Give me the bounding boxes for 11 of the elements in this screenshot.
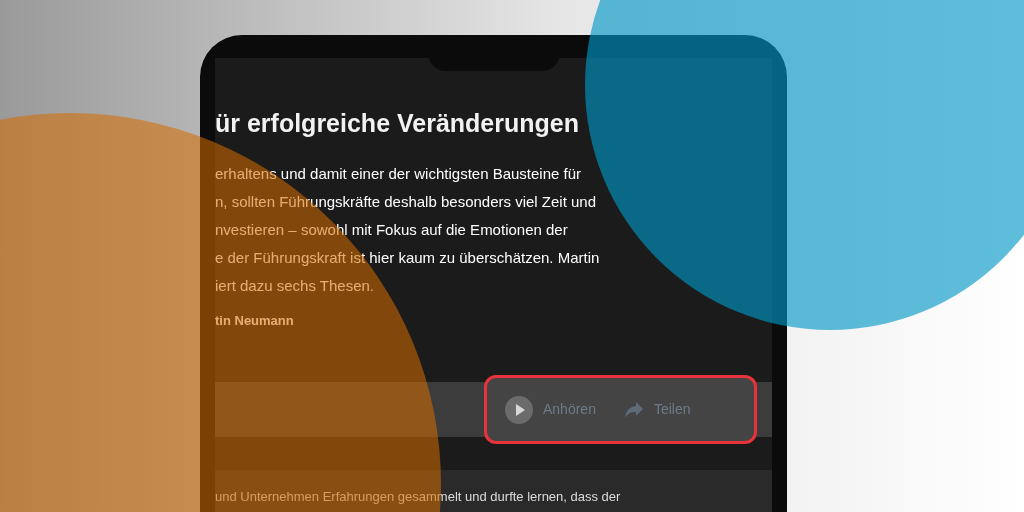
article-text-line: iert dazu sechs Thesen. [215, 276, 375, 296]
share-icon [623, 400, 644, 419]
article-text-line: n, sollten Führungskräfte deshalb besonders viel Zeit und [215, 192, 598, 212]
article-title: ür erfolgreiche Veränderungen [215, 108, 580, 138]
article-text-line: erhaltens und damit einer der wichtigsten Bausteine für [215, 164, 583, 184]
article-text-line: nvestieren – sowohl mit Fokus auf die Emotionen der [215, 220, 569, 240]
play-icon [505, 395, 533, 424]
author-name: tin Neumann [215, 312, 295, 330]
share-button[interactable]: Teilen [623, 399, 691, 420]
listen-button[interactable]: Anhören [505, 395, 596, 424]
article-text-line: e der Führungskraft ist hier kaum zu überschätzen. Martin [215, 248, 601, 268]
